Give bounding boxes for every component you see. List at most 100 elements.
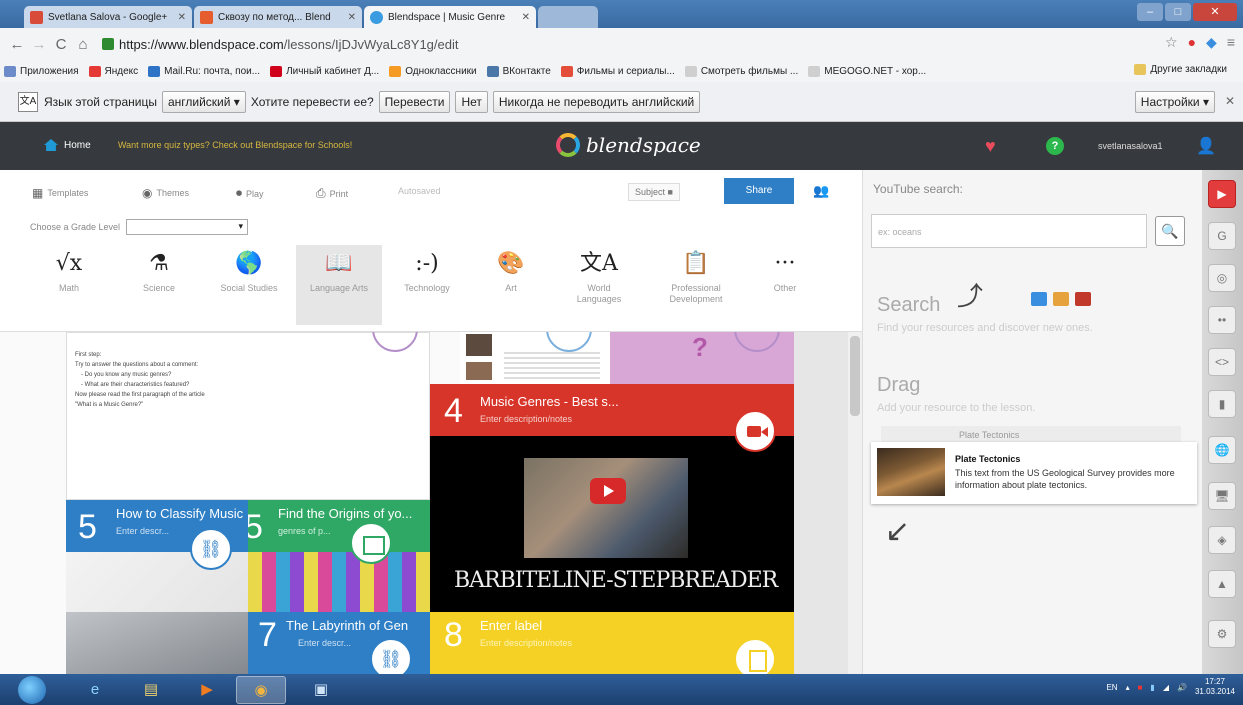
- tray-arrow-icon[interactable]: ▴: [1126, 683, 1130, 692]
- tile-description[interactable]: Enter description/notes: [480, 414, 572, 424]
- tile-title[interactable]: Enter label: [480, 618, 542, 633]
- blendspace-logo[interactable]: blendspace: [556, 133, 701, 157]
- bookmark-item[interactable]: MEGOGO.NET - хор...: [808, 65, 926, 77]
- extension-icon[interactable]: ◆: [1206, 34, 1217, 51]
- other-bookmarks[interactable]: Другие закладки: [1134, 64, 1227, 75]
- image-icon[interactable]: [350, 522, 392, 564]
- video-camera-icon[interactable]: [734, 410, 776, 452]
- adblock-icon[interactable]: ●: [1188, 34, 1196, 51]
- document-icon[interactable]: [734, 638, 776, 674]
- minimize-icon[interactable]: –: [1137, 3, 1163, 21]
- tile-title[interactable]: The Labyrinth of Gen: [286, 618, 408, 633]
- tile-description[interactable]: Enter descr...: [116, 526, 169, 536]
- bookmark-item[interactable]: ВКонтакте: [486, 65, 551, 77]
- bookmark-item[interactable]: Смотреть фильмы ...: [684, 65, 798, 77]
- language-select[interactable]: английский ▾: [161, 90, 246, 113]
- no-button[interactable]: Нет: [455, 90, 488, 113]
- subject-professional-development[interactable]: 📋 Professional Development: [660, 245, 732, 325]
- canvas-scrollbar[interactable]: [848, 332, 862, 674]
- subject-technology[interactable]: :-) Technology: [398, 245, 456, 325]
- bookmark-item[interactable]: Яндекс: [88, 65, 138, 77]
- browser-tab-1[interactable]: Svetlana Salova - Google+ ✕: [24, 6, 192, 28]
- subject-world-languages[interactable]: 文A World Languages: [570, 245, 628, 325]
- maximize-icon[interactable]: □: [1165, 3, 1191, 21]
- tile-description[interactable]: Enter descr...: [298, 638, 351, 648]
- start-button[interactable]: [18, 676, 46, 704]
- subject-select[interactable]: Subject ■: [628, 183, 680, 201]
- promo-link[interactable]: Want more quiz types? Check out Blendspa…: [118, 140, 352, 150]
- link-icon[interactable]: [190, 528, 232, 570]
- grade-select[interactable]: ▾: [126, 219, 249, 235]
- flickr-icon[interactable]: ••: [1208, 306, 1236, 334]
- network-icon[interactable]: ▮: [1150, 683, 1154, 692]
- print-button[interactable]: ⎙ Print: [316, 186, 348, 201]
- close-tab-icon[interactable]: ✕: [172, 12, 186, 23]
- google-drive-icon[interactable]: ▲: [1208, 570, 1236, 598]
- app-window-icon[interactable]: ▣: [296, 676, 346, 704]
- clock[interactable]: 17:27 31.03.2014: [1195, 677, 1235, 697]
- themes-button[interactable]: ◉ Themes: [142, 186, 189, 200]
- bookmark-item[interactable]: Mail.Ru: почта, пои...: [148, 65, 260, 77]
- tile-title[interactable]: Music Genres - Best s...: [480, 394, 619, 409]
- scrollbar-thumb[interactable]: [850, 336, 860, 416]
- ie-icon[interactable]: e: [70, 676, 120, 704]
- translate-button[interactable]: Перевести: [378, 90, 451, 113]
- tile-title[interactable]: Find the Origins of yo...: [278, 506, 412, 521]
- web-icon[interactable]: 🌐: [1208, 436, 1236, 464]
- tile-6-header[interactable]: 5 Find the Origins of yo... genres of p.…: [248, 500, 430, 552]
- chrome-icon[interactable]: ◉: [236, 676, 286, 704]
- heart-icon[interactable]: ♥: [985, 136, 996, 157]
- dragged-result-card[interactable]: Plate Tectonics This text from the US Ge…: [871, 442, 1197, 504]
- home-link[interactable]: Home: [44, 139, 91, 151]
- tile-description[interactable]: Enter description/notes: [480, 638, 572, 648]
- search-icon[interactable]: 🔍: [1155, 216, 1185, 246]
- url-field[interactable]: https://www.blendspace.com /lessons/IjDJ…: [102, 37, 459, 52]
- back-icon[interactable]: ←: [6, 36, 28, 53]
- subject-math[interactable]: √x Math: [40, 245, 98, 325]
- subject-art[interactable]: 🎨 Art: [482, 245, 540, 325]
- subject-other[interactable]: ··· Other: [756, 245, 814, 325]
- close-icon[interactable]: ✕: [1225, 94, 1235, 108]
- tile-title[interactable]: How to Classify Music: [116, 506, 243, 521]
- tile-image[interactable]: [66, 612, 248, 674]
- browser-tab-3[interactable]: Blendspace | Music Genre ✕: [364, 6, 536, 28]
- menu-icon[interactable]: ≡: [1227, 34, 1235, 51]
- help-icon[interactable]: ?: [1046, 137, 1064, 155]
- subject-social-studies[interactable]: 🌎 Social Studies: [220, 245, 278, 325]
- computer-icon[interactable]: 🖥: [1208, 482, 1236, 510]
- star-icon[interactable]: ☆: [1165, 34, 1178, 51]
- home-icon[interactable]: ⌂: [72, 36, 94, 53]
- bookmark-item[interactable]: Фильмы и сериалы...: [560, 65, 675, 77]
- explorer-folder-icon[interactable]: ▤: [126, 676, 176, 704]
- html-icon[interactable]: <>: [1208, 348, 1236, 376]
- templates-button[interactable]: ▦ Templates: [32, 186, 88, 200]
- youtube-search-input[interactable]: ex: oceans: [871, 214, 1147, 248]
- close-tab-icon[interactable]: ✕: [342, 12, 356, 23]
- media-player-icon[interactable]: ▶: [182, 676, 232, 704]
- browser-tab-2[interactable]: Сквозу по метод... Blend ✕: [194, 6, 362, 28]
- link-icon[interactable]: [370, 638, 412, 674]
- share-button[interactable]: Share: [724, 178, 794, 204]
- educreations-icon[interactable]: ◎: [1208, 264, 1236, 292]
- bookmark-item[interactable]: Одноклассники: [389, 65, 477, 77]
- close-tab-icon[interactable]: ✕: [516, 12, 530, 23]
- flag-icon[interactable]: ■: [1138, 683, 1143, 692]
- new-tab-button[interactable]: [538, 6, 598, 28]
- dropbox-icon[interactable]: ◈: [1208, 526, 1236, 554]
- volume-icon[interactable]: 🔊: [1177, 683, 1187, 692]
- bookmark-item[interactable]: Приложения: [4, 65, 79, 77]
- tile-6-image[interactable]: [248, 552, 430, 612]
- tile-description[interactable]: genres of p...: [278, 526, 331, 536]
- never-translate-button[interactable]: Никогда не переводить английский: [492, 90, 701, 113]
- translate-settings-button[interactable]: Настройки ▾: [1134, 91, 1215, 113]
- signal-icon[interactable]: ◢: [1163, 683, 1169, 692]
- username[interactable]: svetlanasalova1: [1098, 141, 1163, 151]
- gooru-icon[interactable]: ▮: [1208, 390, 1236, 418]
- gear-icon[interactable]: ⚙: [1208, 620, 1236, 648]
- reload-icon[interactable]: C: [50, 36, 72, 53]
- collaborators-icon[interactable]: 👥: [813, 183, 829, 199]
- youtube-icon[interactable]: ▶: [1208, 180, 1236, 208]
- language-indicator[interactable]: EN: [1106, 683, 1117, 692]
- user-icon[interactable]: 👤: [1196, 136, 1216, 156]
- forward-icon[interactable]: →: [28, 36, 50, 53]
